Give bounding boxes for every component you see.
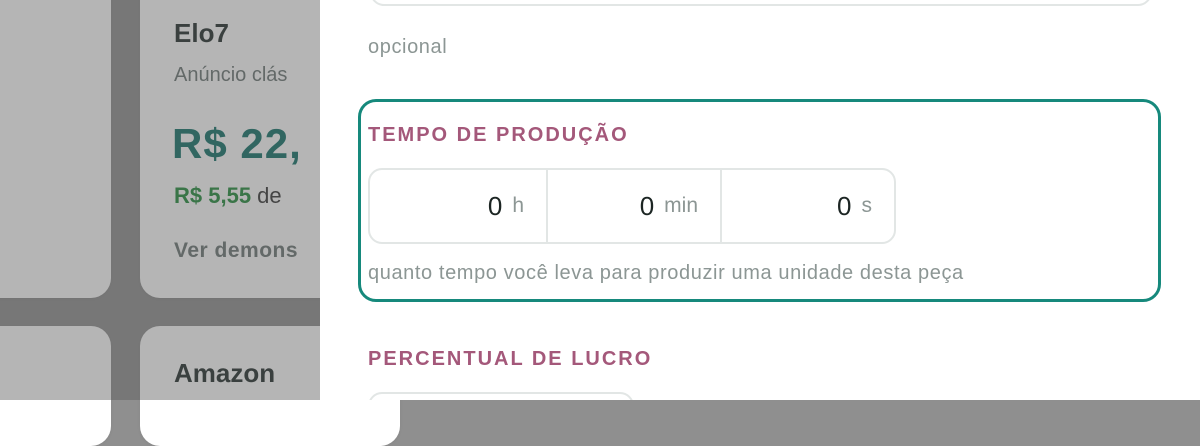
production-time-inputs: 0 h 0 min 0 s [368,168,896,244]
seconds-value: 0 [837,190,852,221]
card-fee: R$ 5,55 de [174,183,282,209]
card-details-link[interactable]: Ver demons [174,239,298,263]
hours-value: 0 [487,190,503,221]
seconds-unit: s [861,194,873,217]
optional-hint: opcional [368,36,448,58]
card-subtitle: Anúncio clás [174,64,288,86]
production-time-label: TEMPO DE PRODUÇÃO [368,124,629,146]
minutes-unit: min [664,194,698,217]
seconds-input[interactable]: 0 s [720,170,894,242]
card-price: R$ 22, [172,120,302,167]
card-title-amazon: Amazon [174,358,276,388]
marketplace-card[interactable] [0,0,111,298]
card-fee-suffix: de [251,183,282,208]
side-drawer: opcional TEMPO DE PRODUÇÃO 0 h 0 min 0 s… [320,0,1200,400]
production-time-hint: quanto tempo você leva para produzir uma… [368,262,964,284]
hours-unit: h [512,194,524,217]
card-title-elo7: Elo7 [174,18,229,48]
hours-input[interactable]: 0 h [370,170,546,242]
profit-percent-label: PERCENTUAL DE LUCRO [368,348,653,370]
minutes-input[interactable]: 0 min [546,170,720,242]
card-fee-value: R$ 5,55 [174,183,252,208]
minutes-value: 0 [639,190,655,221]
marketplace-card[interactable] [0,326,111,446]
profit-percent-input[interactable] [368,392,634,400]
previous-field-input[interactable] [370,0,1152,6]
